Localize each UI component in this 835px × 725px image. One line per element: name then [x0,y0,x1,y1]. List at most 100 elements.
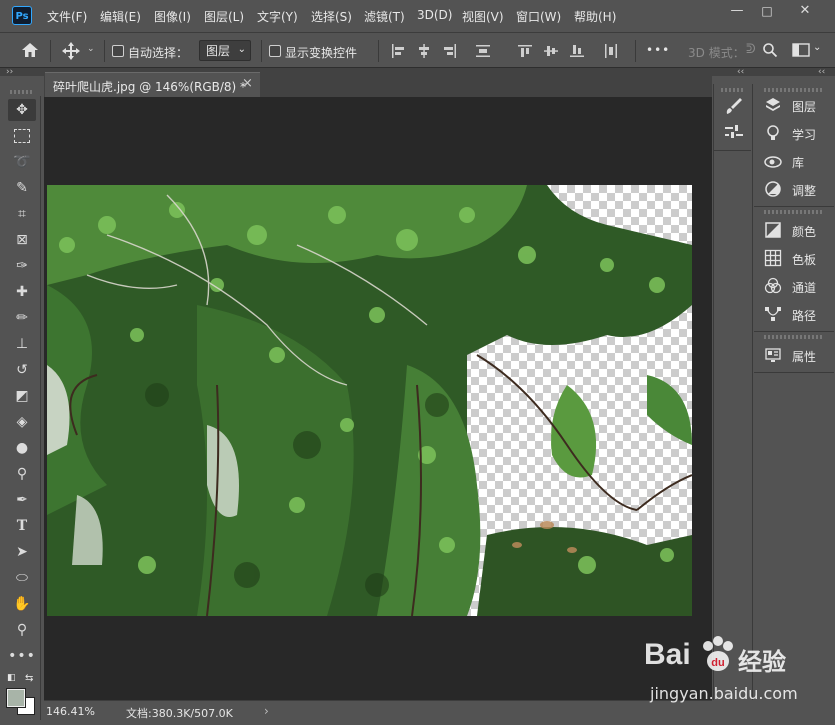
swatches-icon [764,249,782,267]
brush-settings-icon[interactable] [724,96,744,116]
crop-tool-icon[interactable]: ⌗ [8,203,36,225]
toolbar-grip[interactable] [10,90,34,94]
panel-paths[interactable]: 路径 [756,301,832,327]
menu-window[interactable]: 窗口(W) [516,8,561,25]
panel-properties-label: 属性 [792,350,817,364]
align-left-icon[interactable] [391,44,405,58]
expand-toolbar-icon[interactable]: ›› [6,67,13,77]
3d-orbit-icon[interactable]: ᕲ [746,42,756,57]
menu-select[interactable]: 选择(S) [311,8,352,25]
3d-mode-label: 3D 模式： [688,46,745,60]
panel-properties[interactable]: 属性 [756,342,832,368]
zoom-level[interactable]: 146.41% [46,705,95,718]
menu-image[interactable]: 图像(I) [154,8,191,25]
panel-swatches[interactable]: 色板 [756,245,832,271]
hand-tool-icon[interactable]: ✋ [8,593,36,615]
menu-edit[interactable]: 编辑(E) [100,8,141,25]
photoshop-logo: Ps [12,6,32,25]
lasso-tool-icon[interactable]: ➰ [8,151,36,173]
align-bottom-icon[interactable] [570,44,584,58]
default-colors-icon[interactable]: ◧ [7,673,16,683]
panel-divider [754,331,834,332]
adjustments-icon [765,181,781,197]
align-middle-v-icon[interactable] [544,44,558,58]
chevron-down-icon[interactable]: ⌄ [813,42,821,53]
dodge-tool-icon[interactable]: ⚲ [8,463,36,485]
minimize-button[interactable]: — [724,2,750,20]
panel-divider [714,150,751,151]
tool-presets-icon[interactable] [724,124,744,140]
search-icon[interactable] [762,42,778,58]
close-tab-icon[interactable]: × [242,76,253,91]
panel-channels[interactable]: 通道 [756,273,832,299]
libraries-icon [764,156,782,168]
ellipse-tool-icon[interactable]: ⬭ [8,567,36,589]
restore-button[interactable]: □ [754,2,780,20]
home-icon[interactable] [20,41,40,59]
watermark-brand-cn: 经验 [738,648,786,676]
panel-learn[interactable]: 学习 [756,120,832,146]
align-top-icon[interactable] [518,44,532,58]
type-tool-icon[interactable]: T [8,515,36,537]
collapse-panel-icon[interactable]: ‹‹ [818,67,825,77]
align-right-icon[interactable] [443,44,457,58]
menu-3d[interactable]: 3D(D) [417,8,452,22]
move-tool-icon[interactable]: ✥ [8,99,36,121]
swap-colors-icon[interactable]: ⇆ [25,673,33,684]
panel-color[interactable]: 颜色 [756,217,832,243]
panel-libraries[interactable]: 库 [756,148,832,174]
clone-stamp-tool-icon[interactable]: ⊥ [8,333,36,355]
more-options-button[interactable]: ••• [646,43,670,57]
marquee-tool-icon[interactable] [8,125,36,147]
move-tool-icon[interactable] [61,41,81,61]
document-size-info: 文档:380.3K/507.0K [126,707,233,720]
history-brush-tool-icon[interactable]: ↺ [8,359,36,381]
menu-help[interactable]: 帮助(H) [574,8,616,25]
panel-divider [754,206,834,207]
paint-bucket-tool-icon[interactable]: ◈ [8,411,36,433]
healing-brush-tool-icon[interactable]: ✚ [8,281,36,303]
panel-grip[interactable] [764,210,824,214]
document-tab[interactable]: 碎叶爬山虎.jpg @ 146%(RGB/8) * × [45,72,260,98]
menu-filter[interactable]: 滤镜(T) [364,8,405,25]
chevron-down-icon[interactable]: ⌄ [87,44,95,54]
foreground-color-swatch[interactable] [6,688,26,708]
collapse-panel-icon[interactable]: ‹‹ [737,67,744,77]
menu-file[interactable]: 文件(F) [47,8,87,25]
status-menu-arrow-icon[interactable]: › [264,704,269,718]
panel-divider [754,372,834,373]
panel-grip[interactable] [721,88,743,92]
menu-layer[interactable]: 图层(L) [204,8,244,25]
panel-layers[interactable]: 图层 [756,92,832,118]
blur-tool-icon[interactable]: ● [8,437,36,459]
panel-color-label: 颜色 [792,225,817,239]
pen-tool-icon[interactable]: ✒ [8,489,36,511]
document-image[interactable] [47,185,692,616]
align-center-h-icon[interactable] [417,44,431,58]
panel-adjustments[interactable]: 调整 [756,176,832,202]
brush-tool-icon[interactable]: ✏ [8,307,36,329]
auto-select-label: 自动选择： [128,46,189,60]
eraser-tool-icon[interactable]: ◩ [8,385,36,407]
distribute-vertical-icon[interactable] [476,44,490,58]
eyedropper-tool-icon[interactable]: ✑ [8,255,36,277]
quick-select-tool-icon[interactable]: ✎ [8,177,36,199]
properties-icon [765,348,781,362]
auto-select-checkbox[interactable] [112,45,124,57]
panel-grip[interactable] [764,335,824,339]
lightbulb-icon [767,125,779,140]
document-tab-title: 碎叶爬山虎.jpg @ 146%(RGB/8) * [53,80,247,94]
menu-type[interactable]: 文字(Y) [257,8,298,25]
layers-icon [766,98,780,111]
panel-channels-label: 通道 [792,281,817,295]
workspace-icon[interactable] [792,43,810,57]
path-selection-tool-icon[interactable]: ➤ [8,541,36,563]
menu-view[interactable]: 视图(V) [462,8,504,25]
zoom-tool-icon[interactable]: ⚲ [8,619,36,641]
show-transform-checkbox[interactable] [269,45,281,57]
distribute-horizontal-icon[interactable] [604,44,618,58]
close-button[interactable]: ✕ [792,2,818,20]
edit-toolbar-icon[interactable]: ••• [8,645,36,667]
frame-tool-icon[interactable]: ⊠ [8,229,36,251]
auto-select-dropdown[interactable]: 图层 ⌄ [199,40,251,61]
